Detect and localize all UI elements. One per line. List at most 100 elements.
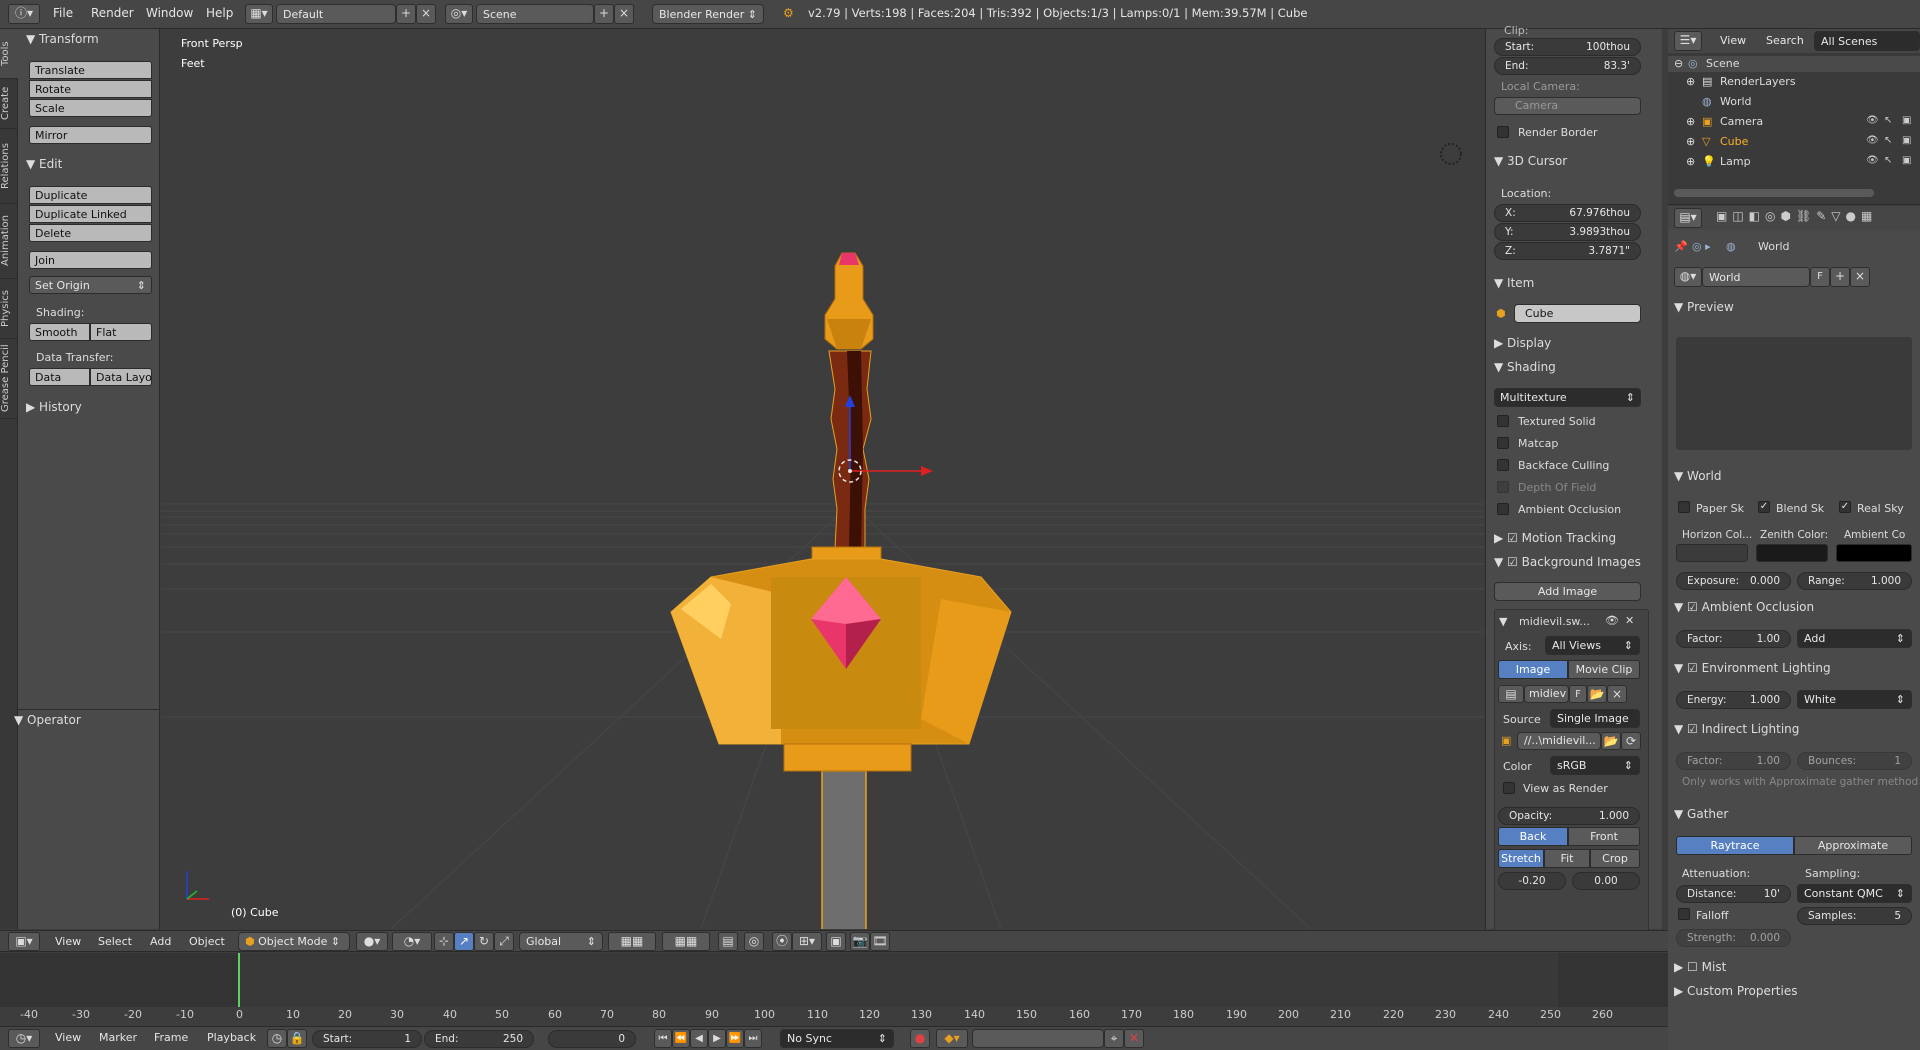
sync-mode-select[interactable]: No Sync ⇕	[780, 1029, 894, 1048]
movie-clip-source-tab[interactable]: Movie Clip	[1568, 660, 1640, 679]
distance-field[interactable]: Distance: 10'	[1676, 885, 1791, 903]
background-images-panel-header[interactable]: ▼ ☑ Background Images	[1494, 555, 1641, 569]
raytrace-button[interactable]: Raytrace	[1676, 836, 1794, 855]
operator-panel-header[interactable]: ▼ Operator	[14, 713, 81, 727]
history-panel-header[interactable]: ▶ History	[26, 400, 82, 414]
visibility-eye-icon[interactable]: 👁	[1866, 155, 1879, 166]
offset-y-field[interactable]: 0.00	[1572, 872, 1640, 890]
screen-layout-field[interactable]: Default	[276, 4, 396, 24]
env-color-select[interactable]: White ⇕	[1797, 690, 1912, 709]
filepath-reload-icon[interactable]: ⟳	[1621, 732, 1641, 750]
play-reverse-icon[interactable]: ◀	[690, 1029, 708, 1048]
display-panel-header[interactable]: ▶ Display	[1494, 336, 1551, 350]
active-keying-set-field[interactable]	[972, 1029, 1104, 1048]
auto-keying-record-icon[interactable]: ●	[910, 1029, 930, 1048]
select-arrow-icon[interactable]: ↖	[1884, 115, 1892, 126]
item-name-field[interactable]: Cube	[1514, 304, 1641, 323]
crop-button[interactable]: Crop	[1590, 849, 1640, 868]
world-browse-icon[interactable]: ◍▾	[1674, 267, 1702, 287]
add-scene-icon[interactable]: +	[594, 4, 614, 24]
outliner-filter-select[interactable]: All Scenes	[1814, 31, 1920, 51]
world-panel-header[interactable]: ▼ World	[1674, 469, 1721, 483]
image-datablock-field[interactable]: midiev	[1524, 685, 1569, 703]
samples-field[interactable]: Samples: 5	[1797, 907, 1912, 925]
ambient-occlusion-view-checkbox[interactable]	[1497, 503, 1509, 515]
viewport-shading-icon[interactable]: ●▾	[356, 932, 388, 951]
image-source-tab[interactable]: Image	[1498, 660, 1568, 679]
outliner-row-scene[interactable]: ⊖ ◎ Scene	[1668, 56, 1920, 72]
ao-blend-select[interactable]: Add ⇕	[1797, 629, 1912, 648]
delete-button[interactable]: Delete	[29, 224, 152, 242]
bg-image-eye-icon[interactable]: 👁	[1605, 614, 1619, 627]
clip-start-field[interactable]: Start: 100thou	[1494, 38, 1641, 56]
local-camera-field[interactable]: Camera	[1494, 97, 1641, 115]
3d-cursor-panel-header[interactable]: ▼ 3D Cursor	[1494, 154, 1567, 168]
add-layout-icon[interactable]: +	[396, 4, 416, 24]
snap-icon[interactable]: ⦿	[772, 932, 792, 951]
scene-field[interactable]: Scene	[476, 4, 594, 24]
ao-factor-field[interactable]: Factor: 1.00	[1676, 630, 1791, 648]
strength-field[interactable]: Strength: 0.000	[1676, 929, 1791, 947]
bounces-field[interactable]: Bounces: 1	[1797, 752, 1912, 770]
rotate-manipulator-icon[interactable]: ↻	[474, 932, 494, 951]
expand-icon[interactable]: ⊕	[1686, 115, 1695, 128]
snap-target-icon[interactable]: ▣	[826, 932, 846, 951]
data-layout-button[interactable]: Data Layo	[90, 368, 152, 386]
image-browse-icon[interactable]: ▤	[1498, 685, 1524, 703]
world-unlink-icon[interactable]: ×	[1850, 267, 1870, 287]
lock-range-icon[interactable]: 🔒	[287, 1029, 307, 1048]
timeline-view-menu[interactable]: View	[55, 1031, 81, 1044]
fit-button[interactable]: Fit	[1544, 849, 1590, 868]
tab-physics[interactable]: Physics	[0, 279, 18, 339]
front-depth-button[interactable]: Front	[1568, 827, 1640, 846]
image-open-folder-icon[interactable]: 📂	[1587, 685, 1607, 703]
delete-keyframe-icon[interactable]: ✕	[1124, 1029, 1144, 1048]
world-fake-user-button[interactable]: F	[1810, 267, 1830, 287]
add-menu[interactable]: Add	[150, 935, 171, 948]
outliner-row-camera[interactable]: ⊕ ▣ Camera 👁 ↖ ▣	[1668, 114, 1920, 130]
world-new-icon[interactable]: +	[1830, 267, 1850, 287]
play-icon[interactable]: ▶	[708, 1029, 726, 1048]
shading-panel-header[interactable]: ▼ Shading	[1494, 360, 1556, 374]
cursor-z-field[interactable]: Z: 3.7871"	[1494, 242, 1641, 260]
render-camera-icon[interactable]: ▣	[1902, 135, 1911, 146]
back-depth-button[interactable]: Back	[1498, 827, 1568, 846]
transform-orientation-select[interactable]: Global ⇕	[519, 932, 603, 951]
layout-grid-icon[interactable]: ▦▾	[245, 4, 273, 24]
scene-layers-icon[interactable]: ▦▦	[608, 932, 656, 951]
exposure-field[interactable]: Exposure: 0.000	[1676, 572, 1791, 590]
outliner-editor-type-icon[interactable]: ☰▾	[1674, 31, 1702, 51]
range-field[interactable]: Range: 1.000	[1797, 572, 1912, 590]
real-sky-checkbox[interactable]: ✓	[1839, 501, 1851, 513]
duplicate-button[interactable]: Duplicate	[29, 186, 152, 204]
menu-help[interactable]: Help	[206, 6, 233, 20]
pivot-point-icon[interactable]: ◔▾	[392, 932, 432, 951]
offset-x-field[interactable]: -0.20	[1498, 872, 1566, 890]
render-engine-select[interactable]: Blender Render ⇕	[652, 4, 764, 24]
render-camera-icon[interactable]: ▣	[1902, 115, 1911, 126]
ambient-color-swatch[interactable]	[1836, 544, 1912, 562]
approximate-button[interactable]: Approximate	[1794, 836, 1912, 855]
jump-end-icon[interactable]: ⏭	[744, 1029, 762, 1048]
image-unlink-icon[interactable]: ×	[1607, 685, 1627, 703]
tab-grease-pencil[interactable]: Grease Pencil	[0, 339, 18, 419]
data-transfer-button[interactable]: Data	[29, 368, 90, 386]
properties-context-tabs[interactable]: ▣◫◧◎⬢⛓✎▽●▦	[1716, 209, 1877, 223]
backface-culling-checkbox[interactable]	[1497, 459, 1509, 471]
custom-properties-panel-header[interactable]: ▶ Custom Properties	[1674, 984, 1797, 998]
outliner-view-menu[interactable]: View	[1720, 34, 1746, 47]
duplicate-linked-button[interactable]: Duplicate Linked	[29, 205, 152, 223]
outliner-row-renderlayers[interactable]: ⊕ ▤ RenderLayers	[1668, 74, 1920, 90]
current-frame-field[interactable]: 0	[548, 1030, 636, 1048]
preview-range-icon[interactable]: ◷	[267, 1029, 287, 1048]
item-panel-header[interactable]: ▼ Item	[1494, 276, 1534, 290]
pin-icon[interactable]: 📌	[1674, 240, 1688, 253]
outliner-row-cube[interactable]: ⊕ ▽ Cube 👁 ↖ ▣	[1668, 134, 1920, 150]
outliner-horizontal-scrollbar[interactable]	[1674, 189, 1874, 197]
render-animation-icon[interactable]: 🎞	[870, 932, 890, 951]
bg-image-remove-icon[interactable]: ✕	[1625, 614, 1634, 627]
3d-viewport[interactable]: Front Persp Feet (0) Cube	[161, 29, 1484, 929]
proportional-edit-icon[interactable]: ◎	[744, 932, 764, 951]
mode-select[interactable]: ⬢ Object Mode ⇕	[238, 932, 350, 951]
scene-icon[interactable]: ◎▾	[445, 4, 473, 24]
